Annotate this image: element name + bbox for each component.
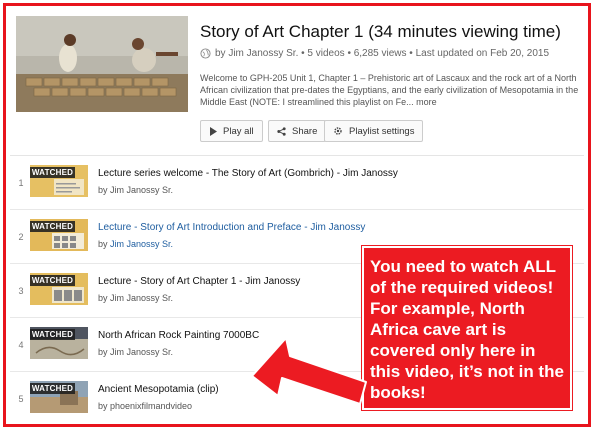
video-thumbnail[interactable]: WATCHED <box>30 273 88 305</box>
playlist-title: Story of Art Chapter 1 (34 minutes viewi… <box>200 22 561 41</box>
playlist-description: Welcome to GPH-205 Unit 1, Chapter 1 – P… <box>200 72 580 108</box>
video-index: 3 <box>18 286 24 296</box>
watched-badge: WATCHED <box>30 383 75 394</box>
play-all-button[interactable]: Play all <box>200 120 263 142</box>
video-title[interactable]: Lecture - Story of Art Chapter 1 - Jim J… <box>98 276 300 287</box>
video-title[interactable]: Lecture - Story of Art Introduction and … <box>98 222 365 233</box>
video-title[interactable]: North African Rock Painting 7000BC <box>98 330 259 341</box>
globe-icon <box>200 48 211 59</box>
channel-link[interactable]: Jim Janossy Sr. <box>110 239 173 249</box>
video-thumbnail[interactable]: WATCHED <box>30 219 88 251</box>
play-all-label: Play all <box>223 125 254 137</box>
channel-prefix: by <box>98 239 108 249</box>
share-label: Share <box>292 125 318 137</box>
video-channel: by Jim Janossy Sr. <box>98 293 174 303</box>
video-title[interactable]: Ancient Mesopotamia (clip) <box>98 384 219 395</box>
warning-callout: You need to watch ALL of the required vi… <box>362 246 572 410</box>
description-text: Welcome to GPH-205 Unit 1, Chapter 1 – P… <box>200 73 579 107</box>
playlist-thumbnail[interactable] <box>16 16 188 112</box>
thumbnail-image <box>16 16 188 112</box>
video-channel: by Jim Janossy Sr. <box>98 185 174 195</box>
video-row-1[interactable]: 1 WATCHED Lecture series welcome - The S… <box>10 156 584 210</box>
arrow-icon <box>251 337 367 405</box>
watched-badge: WATCHED <box>30 167 75 178</box>
meta-text: by Jim Janossy Sr. • 5 videos • 6,285 vi… <box>215 48 550 59</box>
video-channel: by phoenixfilmandvideo <box>98 401 193 411</box>
video-index: 5 <box>18 394 24 404</box>
video-thumbnail[interactable]: WATCHED <box>30 381 88 413</box>
video-index: 4 <box>18 340 24 350</box>
video-index: 2 <box>18 232 24 242</box>
video-index: 1 <box>18 178 24 188</box>
video-channel: by Jim Janossy Sr. <box>98 239 173 249</box>
video-channel: by Jim Janossy Sr. <box>98 347 174 357</box>
video-thumbnail[interactable]: WATCHED <box>30 327 88 359</box>
playlist-settings-button[interactable]: Playlist settings <box>324 120 424 142</box>
gear-icon <box>334 127 342 135</box>
share-icon <box>277 126 286 136</box>
watched-badge: WATCHED <box>30 221 75 232</box>
watched-badge: WATCHED <box>30 275 75 286</box>
video-thumbnail[interactable]: WATCHED <box>30 165 88 197</box>
play-icon <box>210 126 217 136</box>
playlist-meta: by Jim Janossy Sr. • 5 videos • 6,285 vi… <box>200 48 549 59</box>
share-button[interactable]: Share <box>268 120 327 142</box>
more-link[interactable]: more <box>416 97 437 107</box>
watched-badge: WATCHED <box>30 329 75 340</box>
playlist-settings-label: Playlist settings <box>349 125 415 137</box>
video-title[interactable]: Lecture series welcome - The Story of Ar… <box>98 168 398 179</box>
